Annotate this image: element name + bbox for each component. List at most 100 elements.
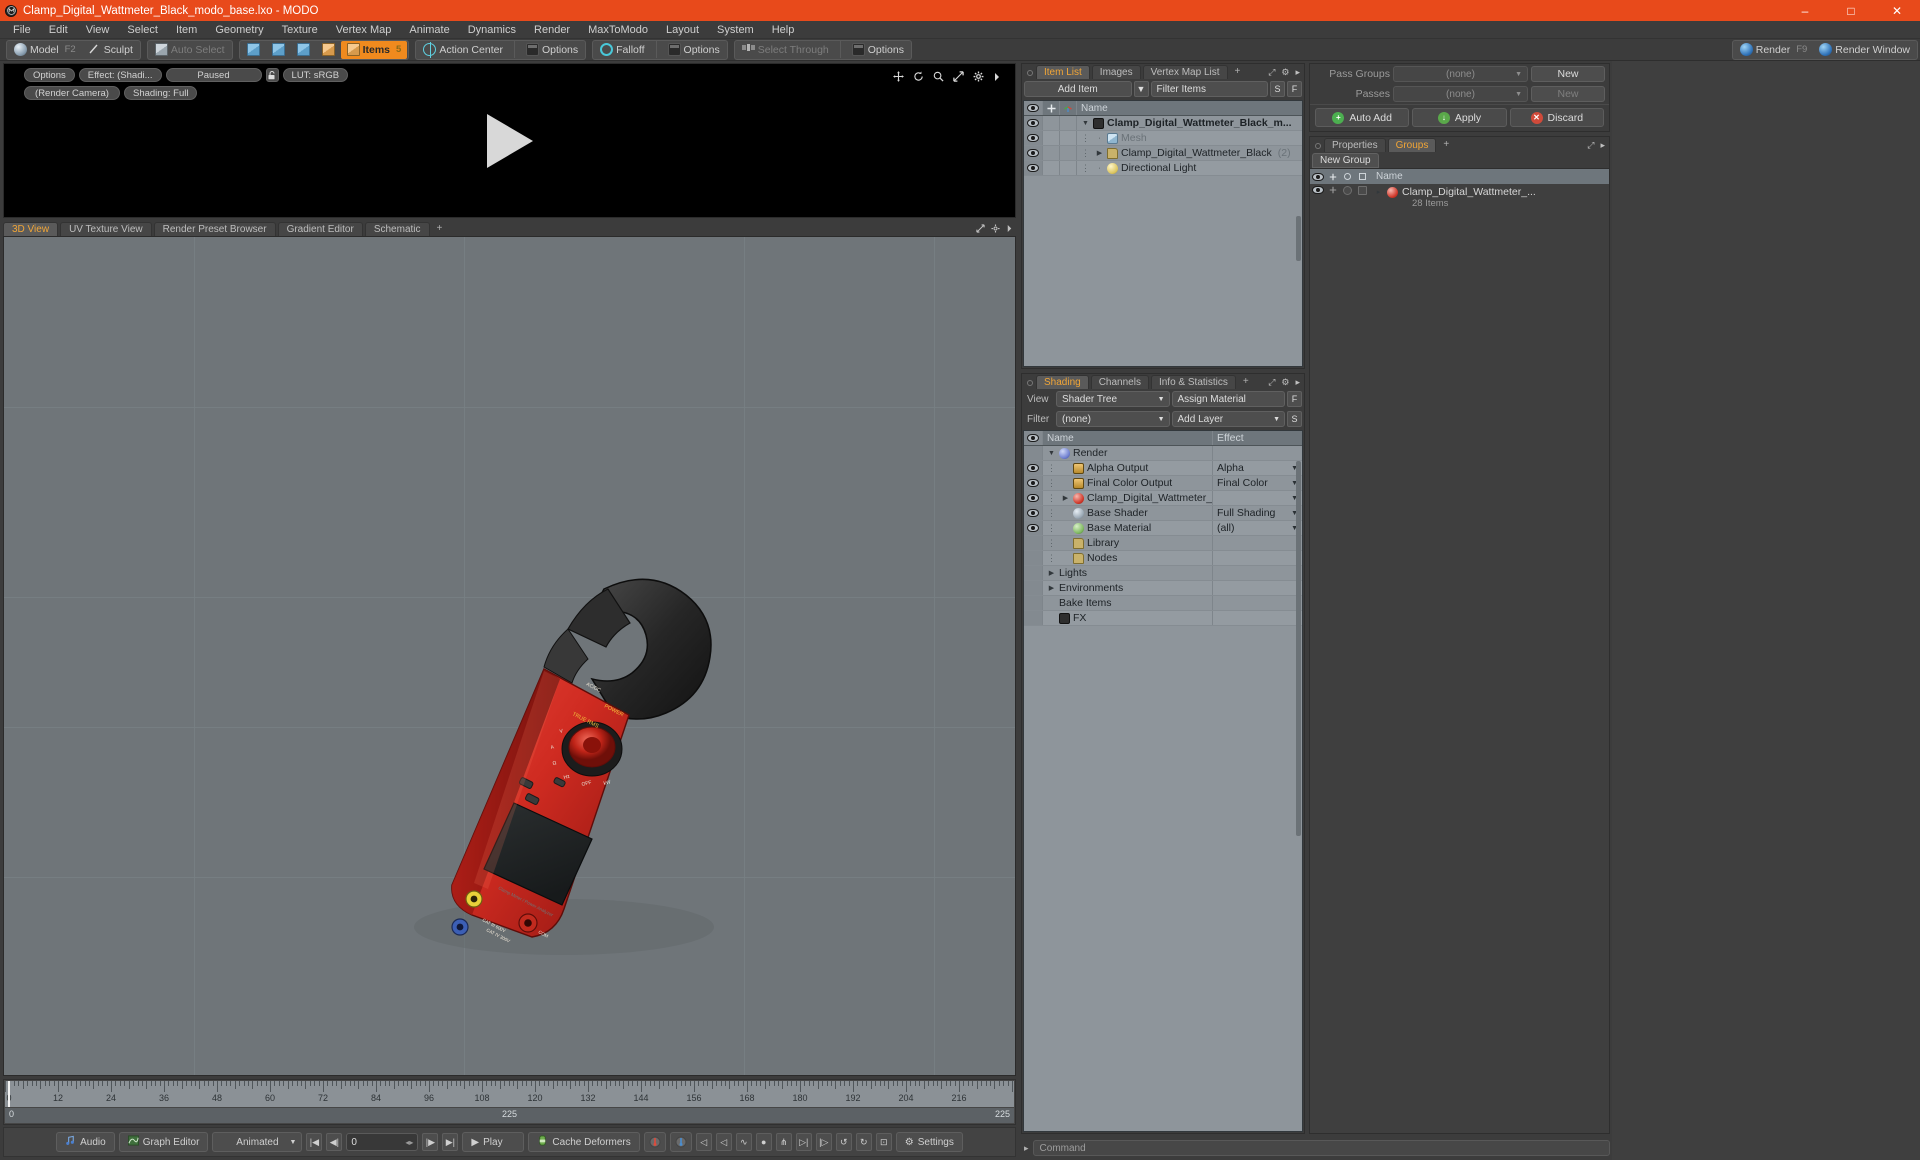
row-visibility-toggle[interactable] [1024, 521, 1043, 535]
chevron-right-icon[interactable]: ▸ [1295, 67, 1300, 78]
table-row[interactable]: ⋮Final Color OutputFinal Color▼ [1024, 476, 1302, 491]
preview-lut-button[interactable]: LUT: sRGB [283, 68, 349, 82]
tree-twisty[interactable]: ▶ [1047, 584, 1056, 592]
tab-info-statistics[interactable]: Info & Statistics [1151, 375, 1236, 389]
maximize-button[interactable]: □ [1828, 0, 1874, 21]
tab-schematic[interactable]: Schematic [365, 222, 430, 236]
row-effect-cell[interactable] [1212, 551, 1302, 565]
row-visibility-toggle[interactable] [1024, 146, 1043, 160]
row-name-cell[interactable]: ▸Clamp_Digital_Wattmeter_...28 Items [1370, 186, 1609, 209]
preview-paused-button[interactable]: Paused [166, 68, 262, 82]
row-effect-cell[interactable]: Full Shading▼ [1212, 506, 1302, 520]
menu-geometry[interactable]: Geometry [206, 21, 272, 39]
shader-tree-scrollbar[interactable] [1296, 447, 1301, 1130]
tree-twisty[interactable]: ▸ [1374, 188, 1383, 196]
tangent-icon-button[interactable]: ⋔ [776, 1133, 792, 1151]
gear-icon[interactable]: ⚙ [1281, 67, 1289, 78]
row-name-cell[interactable]: ⋮·Mesh [1077, 132, 1302, 144]
menu-layout[interactable]: Layout [657, 21, 708, 39]
new-pass-button[interactable]: New [1531, 86, 1605, 102]
gear-icon[interactable]: ⚙ [1281, 377, 1289, 388]
auto-add-button[interactable]: + Auto Add [1315, 108, 1409, 127]
pass-groups-dropdown[interactable]: (none) ▼ [1393, 66, 1528, 82]
menu-view[interactable]: View [77, 21, 119, 39]
row-name-cell[interactable]: ▼Render [1043, 447, 1212, 459]
menu-render[interactable]: Render [525, 21, 579, 39]
assign-material-button[interactable]: Assign Material [1172, 391, 1286, 407]
tree-twisty[interactable]: ▼ [1047, 450, 1056, 457]
row-visibility-toggle[interactable] [1024, 116, 1043, 130]
row-name-cell[interactable]: ⋮Nodes [1043, 552, 1212, 564]
tree-twisty[interactable]: ▶ [1061, 494, 1070, 502]
row-name-cell[interactable]: ▶Lights [1043, 567, 1212, 579]
list-item[interactable]: ▸Clamp_Digital_Wattmeter_...28 Items [1310, 184, 1609, 210]
chevron-right-icon[interactable] [1006, 224, 1013, 235]
row-axis-cell[interactable] [1060, 146, 1077, 160]
table-row[interactable]: ▶Environments [1024, 581, 1302, 596]
table-row[interactable]: ⋮Alpha OutputAlpha▼ [1024, 461, 1302, 476]
menu-system[interactable]: System [708, 21, 763, 39]
tree-twisty[interactable]: ▶ [1047, 569, 1056, 577]
row-lock-cell[interactable] [1043, 131, 1060, 145]
row-name-cell[interactable]: ⋮Base Shader [1043, 507, 1212, 519]
row-visibility-toggle[interactable] [1024, 476, 1043, 490]
step-in-button[interactable]: ▷| [796, 1133, 812, 1151]
tab-vertex-map-list[interactable]: Vertex Map List [1143, 65, 1228, 79]
filter-items-input[interactable]: Filter Items [1151, 81, 1269, 97]
chevron-right-icon[interactable] [993, 72, 1001, 85]
tab-groups[interactable]: Groups [1388, 138, 1437, 152]
move-icon[interactable] [893, 71, 904, 85]
polygons-mode-button[interactable] [291, 41, 316, 59]
row-visibility-toggle[interactable] [1024, 611, 1043, 625]
add-layer-dropdown[interactable]: Add Layer ▼ [1172, 411, 1286, 427]
falloff-options-button[interactable]: Options [662, 41, 726, 59]
row-effect-cell[interactable]: (all)▼ [1212, 521, 1302, 535]
cycle-button[interactable]: ↻ [856, 1133, 872, 1151]
item-list-scrollbar[interactable] [1296, 117, 1301, 365]
add-groups-tab-button[interactable]: + [1438, 138, 1454, 152]
falloff-button[interactable]: Falloff [594, 41, 650, 59]
menu-animate[interactable]: Animate [400, 21, 458, 39]
preview-camera-button[interactable]: (Render Camera) [24, 86, 120, 100]
menu-select[interactable]: Select [118, 21, 167, 39]
preview-effect-button[interactable]: Effect: (Shadi... [79, 68, 162, 82]
key-remove-button[interactable] [670, 1132, 692, 1152]
vertices-mode-button[interactable] [241, 41, 266, 59]
maximize-icon[interactable]: ⤢ [1587, 140, 1594, 151]
row-name-cell[interactable]: ⋮Final Color Output [1043, 477, 1212, 489]
row-name-cell[interactable]: ⋮Base Material [1043, 522, 1212, 534]
add-item-button[interactable]: Add Item [1024, 81, 1132, 97]
tree-twisty[interactable]: ▶ [1095, 149, 1104, 157]
table-row[interactable]: ⋮▶Clamp_Digital_Wattmeter_Black(2) [1024, 146, 1302, 161]
row-name-cell[interactable]: ⋮·Directional Light [1077, 162, 1302, 174]
tab-images[interactable]: Images [1092, 65, 1141, 79]
minimize-button[interactable]: – [1782, 0, 1828, 21]
row-name-cell[interactable]: ▼Clamp_Digital_Wattmeter_Black_m... [1077, 117, 1302, 129]
row-lock-cell[interactable] [1325, 186, 1340, 194]
tab-3d-view[interactable]: 3D View [3, 222, 58, 236]
timeline-ruler[interactable]: 0122436486072849610812013214415616818019… [5, 1081, 1014, 1107]
tree-twisty[interactable]: ▼ [1081, 120, 1090, 127]
row-visibility-toggle[interactable] [1024, 566, 1043, 580]
row-visibility-toggle[interactable] [1024, 461, 1043, 475]
table-row[interactable]: ⋮Base ShaderFull Shading▼ [1024, 506, 1302, 521]
row-visibility-toggle[interactable] [1310, 186, 1325, 194]
maximize-icon[interactable] [976, 224, 985, 235]
row-visibility-toggle[interactable] [1024, 551, 1043, 565]
maximize-icon[interactable]: ⤢ [1268, 377, 1275, 388]
table-row[interactable]: Bake Items [1024, 596, 1302, 611]
table-row[interactable]: ⋮▶Clamp_Digital_Wattmeter_B...▼ [1024, 491, 1302, 506]
row-name-cell[interactable]: ▶Environments [1043, 582, 1212, 594]
action-center-button[interactable]: Action Center [417, 41, 509, 59]
tab-uv-texture-view[interactable]: UV Texture View [60, 222, 152, 236]
menu-help[interactable]: Help [763, 21, 804, 39]
row-lock-cell[interactable] [1043, 161, 1060, 175]
fit-icon[interactable] [953, 71, 964, 85]
row-visibility-toggle[interactable] [1024, 131, 1043, 145]
menu-item[interactable]: Item [167, 21, 206, 39]
viewport-3d[interactable]: V A Ω Hz OFF kW TRUE RMS POWER AC/DC [3, 236, 1016, 1076]
preview-options-button[interactable]: Options [24, 68, 75, 82]
shading-f-button[interactable]: F [1287, 391, 1302, 407]
item-list-s-button[interactable]: S [1270, 81, 1285, 97]
row-effect-cell[interactable] [1212, 596, 1302, 610]
